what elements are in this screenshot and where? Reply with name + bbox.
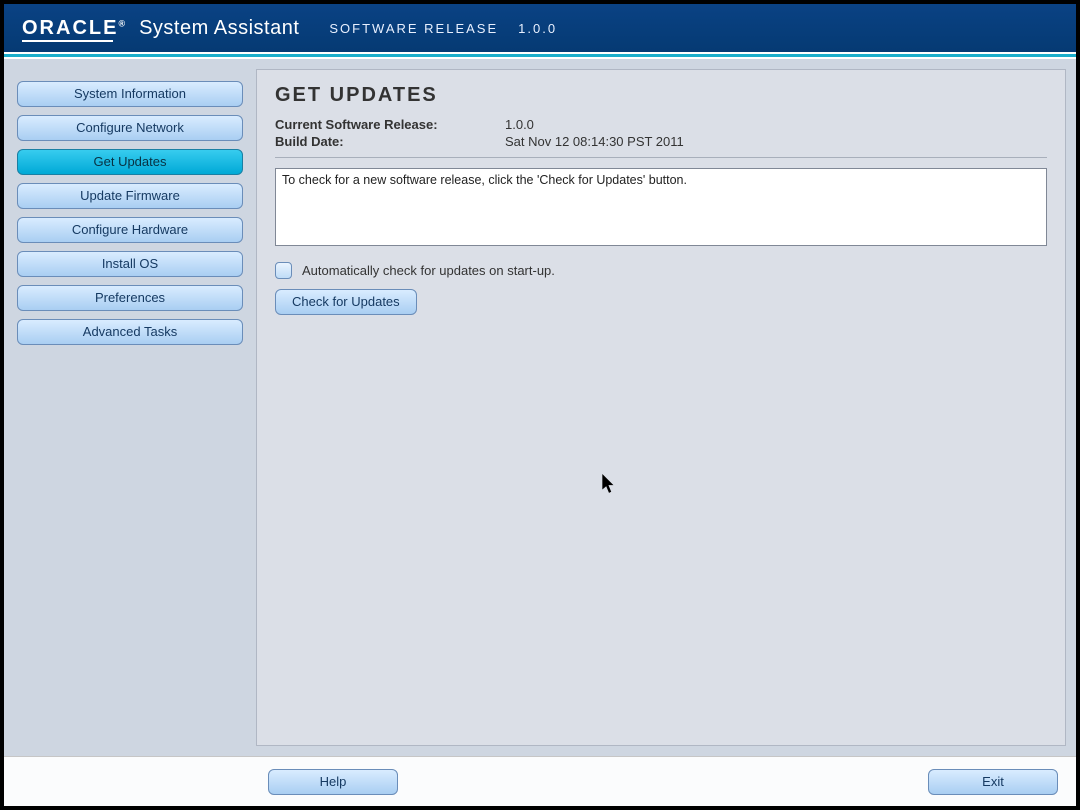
brand-logo: ORACLE® System Assistant SOFTWARE RELEAS… <box>22 17 557 40</box>
auto-check-checkbox[interactable] <box>275 262 292 279</box>
sidebar-item-configure-hardware[interactable]: Configure Hardware <box>17 217 243 243</box>
sidebar-item-configure-network[interactable]: Configure Network <box>17 115 243 141</box>
sidebar-item-get-updates[interactable]: Get Updates <box>17 149 243 175</box>
software-release-label: SOFTWARE RELEASE <box>329 21 498 36</box>
auto-check-label: Automatically check for updates on start… <box>302 263 555 278</box>
exit-button[interactable]: Exit <box>928 769 1058 795</box>
update-message-box: To check for a new software release, cli… <box>275 168 1047 246</box>
app-header: ORACLE® System Assistant SOFTWARE RELEAS… <box>4 4 1076 52</box>
divider <box>275 157 1047 158</box>
current-release-value: 1.0.0 <box>505 117 534 132</box>
help-button[interactable]: Help <box>268 769 398 795</box>
app-body: System Information Configure Network Get U… <box>4 59 1076 756</box>
current-release-row: Current Software Release: 1.0.0 <box>275 117 1047 132</box>
main-panel: GET UPDATES Current Software Release: 1.… <box>256 69 1066 746</box>
mouse-cursor-icon <box>602 474 616 494</box>
build-date-label: Build Date: <box>275 134 505 149</box>
sidebar-item-update-firmware[interactable]: Update Firmware <box>17 183 243 209</box>
sidebar-item-advanced-tasks[interactable]: Advanced Tasks <box>17 319 243 345</box>
product-name: System Assistant <box>139 17 299 40</box>
app-footer: Help Exit <box>4 756 1076 806</box>
sidebar-item-preferences[interactable]: Preferences <box>17 285 243 311</box>
brand-wordmark: ORACLE® <box>22 17 125 40</box>
build-date-value: Sat Nov 12 08:14:30 PST 2011 <box>505 134 684 149</box>
check-for-updates-button[interactable]: Check for Updates <box>275 289 417 315</box>
current-release-label: Current Software Release: <box>275 117 505 132</box>
brand-name: ORACLE <box>22 17 118 39</box>
header-accent-strip <box>4 52 1076 59</box>
sidebar-nav: System Information Configure Network Get U… <box>4 59 256 756</box>
software-release-version: 1.0.0 <box>518 21 557 36</box>
build-date-row: Build Date: Sat Nov 12 08:14:30 PST 2011 <box>275 134 1047 149</box>
sidebar-item-system-information[interactable]: System Information <box>17 81 243 107</box>
auto-check-row: Automatically check for updates on start… <box>275 262 1047 279</box>
trademark-symbol: ® <box>118 18 125 28</box>
page-title: GET UPDATES <box>275 84 1047 107</box>
sidebar-item-install-os[interactable]: Install OS <box>17 251 243 277</box>
